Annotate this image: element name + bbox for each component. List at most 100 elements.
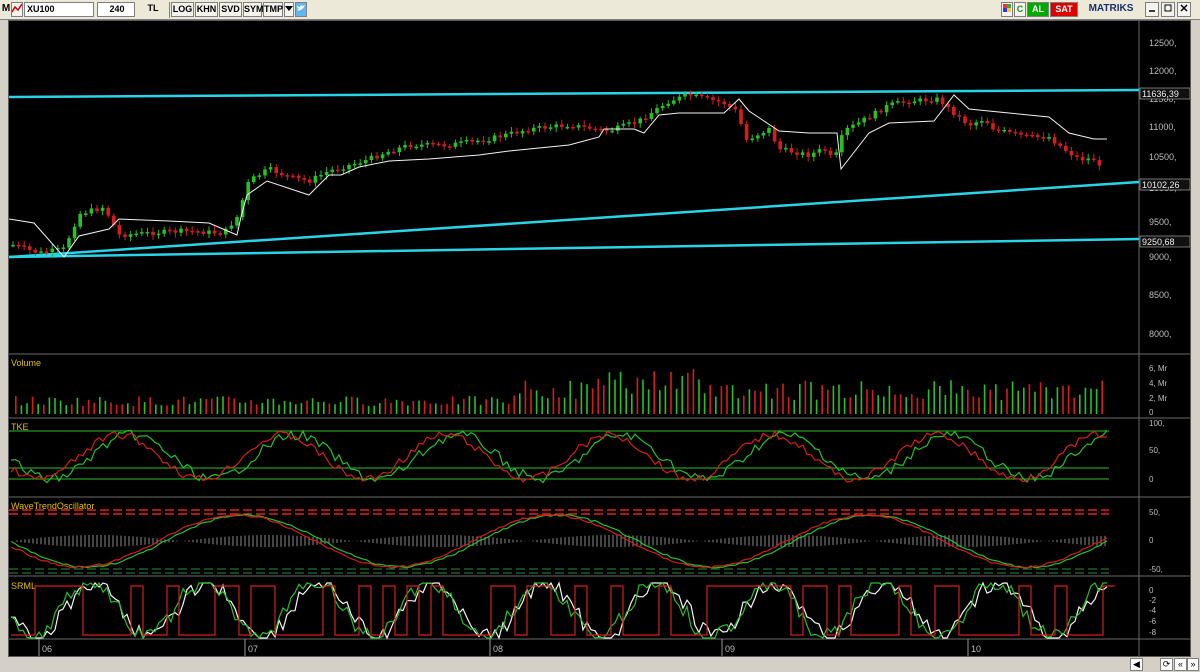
srml-tick: -2	[1149, 596, 1157, 605]
candle-body	[677, 96, 682, 101]
candle-body	[845, 127, 850, 136]
volume-bar	[339, 401, 342, 414]
volume-bar	[138, 396, 140, 414]
volume-bar	[636, 377, 639, 414]
double-right-arrow-icon[interactable]: »	[1187, 658, 1199, 671]
c-button[interactable]: C	[1014, 2, 1026, 17]
chart-canvas[interactable]: 12500, 12000, 11500, 11000, 10500, 10000…	[8, 21, 1191, 656]
candle-body	[543, 126, 547, 129]
volume-bar	[115, 404, 118, 414]
srml-lines[interactable]	[10, 581, 1115, 640]
volume-bar	[199, 398, 202, 414]
volume-bar	[972, 396, 975, 414]
volume-bar	[821, 384, 823, 414]
resistance-line[interactable]	[8, 88, 1140, 99]
volume-bar	[250, 400, 252, 414]
volume-bars[interactable]	[15, 369, 1103, 414]
candle-body	[918, 98, 922, 102]
candle-body	[660, 105, 665, 109]
candle-body	[341, 169, 346, 171]
trendlines[interactable]	[8, 88, 1140, 259]
currency-label[interactable]: TL	[137, 2, 169, 17]
candle-body	[1002, 129, 1006, 132]
month-label: 08	[493, 644, 503, 654]
candle-body	[996, 129, 1001, 131]
period-selector[interactable]: 240	[97, 2, 135, 17]
volume-bar	[289, 401, 291, 414]
brand-logo: MATRIKS	[1088, 3, 1134, 14]
volume-bar	[418, 400, 420, 414]
volume-bar	[569, 380, 571, 414]
volume-bar	[171, 404, 174, 414]
candle-body	[649, 113, 654, 119]
volume-bar	[782, 383, 784, 414]
tmp-button[interactable]: TMP	[263, 2, 283, 17]
candle-body	[548, 127, 553, 129]
volume-bar	[384, 398, 387, 414]
log-button[interactable]: LOG	[171, 2, 194, 17]
rising-support-line[interactable]	[8, 180, 1140, 259]
candle-body	[1092, 158, 1096, 161]
candle-body	[207, 230, 211, 234]
price-tick: 12500,	[1149, 38, 1177, 48]
candle-body	[952, 106, 956, 116]
volume-bar	[597, 378, 599, 414]
candle-body	[778, 141, 782, 150]
volume-bar	[345, 396, 347, 414]
khn-button[interactable]: KHN	[195, 2, 218, 17]
candle-body	[1064, 145, 1068, 151]
volume-bar	[1067, 385, 1070, 414]
candle-body	[688, 93, 693, 96]
srml-tick: -8	[1149, 628, 1157, 637]
wto-red-line	[10, 513, 1108, 569]
srml-white-line	[11, 581, 1108, 640]
sell-button[interactable]: SAT	[1050, 2, 1078, 17]
candle-body	[733, 106, 738, 110]
minimize-icon[interactable]	[1145, 2, 1159, 17]
candle-body	[912, 101, 917, 104]
candle-body	[252, 176, 256, 183]
chart-area[interactable]: 12500, 12000, 11500, 11000, 10500, 10000…	[8, 20, 1191, 657]
wto-lines[interactable]	[10, 513, 1108, 569]
double-left-arrow-icon[interactable]: «	[1174, 658, 1187, 671]
volume-bar	[132, 405, 135, 414]
candle-body	[84, 213, 88, 215]
close-icon[interactable]	[1177, 2, 1191, 17]
volume-bar	[563, 397, 566, 414]
price-series[interactable]	[8, 90, 1107, 258]
menu-button[interactable]: M	[1, 2, 11, 17]
triangle-down-icon[interactable]	[284, 2, 294, 17]
tke-lines[interactable]	[10, 429, 1108, 484]
volume-bar	[692, 369, 695, 414]
candle-body	[380, 154, 385, 159]
volume-bar	[939, 385, 941, 414]
candle-body	[985, 121, 990, 124]
volume-bar	[395, 399, 398, 414]
candle-body	[201, 231, 206, 234]
candle-body	[492, 135, 497, 142]
maximize-icon[interactable]	[1161, 2, 1175, 17]
palette-icon[interactable]	[1001, 2, 1013, 17]
x-axis-labels: 06 07 08 09 10	[42, 644, 981, 654]
candle-body	[739, 109, 743, 125]
svd-button[interactable]: SVD	[219, 2, 242, 17]
bird-icon[interactable]	[295, 2, 307, 17]
candle-body	[901, 101, 906, 103]
candle-body	[347, 164, 351, 170]
buy-button[interactable]: AL	[1027, 2, 1049, 17]
chart-type-icon[interactable]	[11, 2, 23, 17]
volume-bar	[625, 388, 627, 414]
sym-button[interactable]: SYM	[243, 2, 264, 17]
long-support-line[interactable]	[8, 237, 1140, 259]
scroll-left-end-icon[interactable]: ◀	[1130, 658, 1143, 671]
symbol-input[interactable]: XU100	[24, 2, 94, 17]
volume-bar	[905, 397, 907, 414]
volume-bar	[429, 403, 431, 414]
volume-bar	[670, 371, 672, 414]
resistance-price-label: 11636,39	[1142, 89, 1179, 99]
volume-bar	[211, 398, 213, 414]
refresh-icon[interactable]: ⟳	[1160, 658, 1173, 671]
volume-bar	[311, 398, 314, 414]
candle-body	[134, 233, 138, 236]
candle-body	[560, 124, 564, 127]
